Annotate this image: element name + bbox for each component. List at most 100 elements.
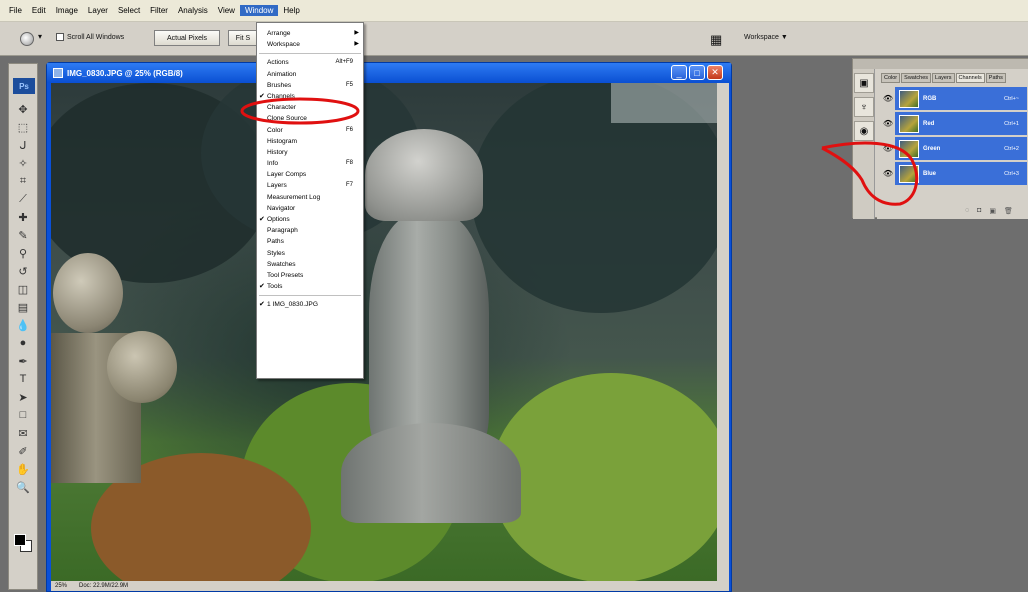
window-menu-item[interactable]: Layer Comps xyxy=(257,169,363,180)
window-menu-item[interactable]: Arrange ▶ xyxy=(257,28,363,39)
window-menu-item[interactable]: Navigator xyxy=(257,203,363,214)
menu-layer[interactable]: Layer xyxy=(83,5,113,16)
document-icon xyxy=(53,68,63,78)
eye-icon[interactable]: 👁 xyxy=(881,112,895,135)
window-menu-item[interactable]: Measurement Log xyxy=(257,192,363,203)
channel-row[interactable]: 👁 Red Ctrl+1 xyxy=(881,112,1027,135)
vertical-scrollbar[interactable] xyxy=(717,83,729,591)
pen-icon[interactable]: ✒ xyxy=(9,352,37,370)
zoom-icon[interactable]: 🔍 xyxy=(9,478,37,496)
menu-help[interactable]: Help xyxy=(278,5,304,16)
channel-row[interactable]: 👁 Blue Ctrl+3 xyxy=(881,162,1027,185)
menu-item-label: Histogram xyxy=(267,137,298,145)
shape-icon[interactable]: □ xyxy=(9,406,37,424)
eye-icon[interactable]: 👁 xyxy=(881,87,895,110)
crop-icon[interactable]: ⌗ xyxy=(9,172,37,190)
panel-tab[interactable]: Paths xyxy=(985,73,1006,83)
menu-analysis[interactable]: Analysis xyxy=(173,5,213,16)
path-select-icon[interactable]: ➤ xyxy=(9,388,37,406)
fit-screen-button[interactable]: Fit S xyxy=(228,30,258,46)
blur-icon[interactable]: 💧 xyxy=(9,316,37,334)
channels-panel: Color Swatches Layers Channels Paths 👁 RGB Ctr… xyxy=(877,69,1028,219)
eyedropper-icon[interactable]: ✐ xyxy=(9,442,37,460)
eraser-icon[interactable]: ◫ xyxy=(9,280,37,298)
window-menu-item[interactable]: ✔ Tools xyxy=(257,281,363,292)
menu-view[interactable]: View xyxy=(213,5,240,16)
menu-file[interactable]: File xyxy=(4,5,27,16)
window-menu-item[interactable]: Histogram xyxy=(257,136,363,147)
window-menu-item[interactable]: ✔ Channels xyxy=(257,91,363,102)
window-menu-item[interactable]: Styles xyxy=(257,248,363,259)
zoom-level[interactable]: 25% xyxy=(55,583,67,589)
window-menu-item[interactable]: Character xyxy=(257,102,363,113)
type-icon[interactable]: T xyxy=(9,370,37,388)
chevron-down-icon[interactable]: ▾ xyxy=(38,32,42,41)
lasso-icon[interactable]: ᒍ xyxy=(9,136,37,154)
image-canvas[interactable] xyxy=(51,83,717,581)
workspace-button[interactable]: Workspace ▼ xyxy=(744,34,788,41)
window-menu-item[interactable]: Info F8 xyxy=(257,158,363,169)
window-menu-item[interactable]: Workspace ▶ xyxy=(257,39,363,50)
eye-icon[interactable]: 👁 xyxy=(881,137,895,160)
window-menu-item[interactable]: ✔ Options xyxy=(257,214,363,225)
channel-row[interactable]: 👁 RGB Ctrl+~ xyxy=(881,87,1027,110)
actual-pixels-button[interactable]: Actual Pixels xyxy=(154,30,220,46)
window-menu-item[interactable]: ✔ 1 IMG_0830.JPG xyxy=(257,299,363,310)
window-menu-item[interactable]: Color F6 xyxy=(257,125,363,136)
menu-edit[interactable]: Edit xyxy=(27,5,51,16)
magic-wand-icon[interactable]: ✧ xyxy=(9,154,37,172)
healing-brush-icon[interactable]: ✚ xyxy=(9,208,37,226)
menu-select[interactable]: Select xyxy=(113,5,145,16)
dodge-icon[interactable]: ● xyxy=(9,334,37,352)
window-menu-item[interactable]: Layers F7 xyxy=(257,180,363,191)
menu-filter[interactable]: Filter xyxy=(145,5,173,16)
actions-icon[interactable]: ◉ xyxy=(854,121,874,141)
tool-preset-icon[interactable] xyxy=(20,32,34,46)
navigator-icon[interactable]: ▣ xyxy=(854,73,874,93)
window-menu-item[interactable]: Animation xyxy=(257,69,363,80)
minimize-button[interactable]: _ xyxy=(671,65,687,80)
trash-icon[interactable]: 🗑 xyxy=(1004,207,1013,215)
notes-icon[interactable]: ✉ xyxy=(9,424,37,442)
menu-window[interactable]: Window xyxy=(239,5,279,16)
slice-icon[interactable]: ⟋ xyxy=(9,190,37,208)
palette-well-icon[interactable]: ▦ xyxy=(710,32,722,48)
panel-tab[interactable]: Swatches xyxy=(901,73,932,83)
load-selection-icon[interactable]: ◌ xyxy=(965,207,969,215)
hand-icon[interactable]: ✋ xyxy=(9,460,37,478)
window-menu-item[interactable]: Paragraph xyxy=(257,225,363,236)
brush-icon[interactable]: ✎ xyxy=(9,226,37,244)
save-selection-icon[interactable]: ◘ xyxy=(977,207,981,215)
close-button[interactable]: ✕ xyxy=(707,65,723,80)
panel-tab[interactable]: Layers xyxy=(932,73,955,83)
menu-separator xyxy=(259,295,361,297)
history-brush-icon[interactable]: ↺ xyxy=(9,262,37,280)
scroll-all-windows-checkbox[interactable]: Scroll All Windows xyxy=(56,33,124,41)
window-menu-item[interactable]: Tool Presets xyxy=(257,270,363,281)
window-menu-item[interactable]: Paths xyxy=(257,236,363,247)
window-menu-item[interactable]: Actions Alt+F9 xyxy=(257,57,363,68)
document-titlebar[interactable]: IMG_0830.JPG @ 25% (RGB/8) xyxy=(47,63,731,83)
checkbox-box[interactable] xyxy=(56,33,64,41)
panel-group-header[interactable] xyxy=(853,59,1028,69)
panel-tab[interactable]: Color xyxy=(881,73,901,83)
eye-icon[interactable]: 👁 xyxy=(881,162,895,185)
channel-row[interactable]: 👁 Green Ctrl+2 xyxy=(881,137,1027,160)
window-menu-item[interactable]: Brushes F5 xyxy=(257,80,363,91)
window-menu-item[interactable]: Clone Source xyxy=(257,113,363,124)
gradient-icon[interactable]: ▤ xyxy=(9,298,37,316)
checkmark-icon: ✔ xyxy=(259,283,265,291)
panel-tab[interactable]: Channels xyxy=(955,73,985,83)
window-menu-item[interactable]: Swatches xyxy=(257,259,363,270)
menu-item-label: Color xyxy=(267,126,283,134)
foreground-color-swatch[interactable] xyxy=(14,534,26,546)
marquee-icon[interactable]: ⬚ xyxy=(9,118,37,136)
menu-image[interactable]: Image xyxy=(51,5,83,16)
clone-stamp-icon[interactable]: ⚲ xyxy=(9,244,37,262)
window-menu-item[interactable]: History xyxy=(257,147,363,158)
maximize-button[interactable]: □ xyxy=(689,65,705,80)
new-channel-icon[interactable]: ▣ xyxy=(989,207,996,215)
history-icon[interactable]: ♆ xyxy=(854,97,874,117)
photoshop-logo[interactable]: Ps xyxy=(13,78,35,94)
move-icon[interactable]: ✥ xyxy=(9,100,37,118)
